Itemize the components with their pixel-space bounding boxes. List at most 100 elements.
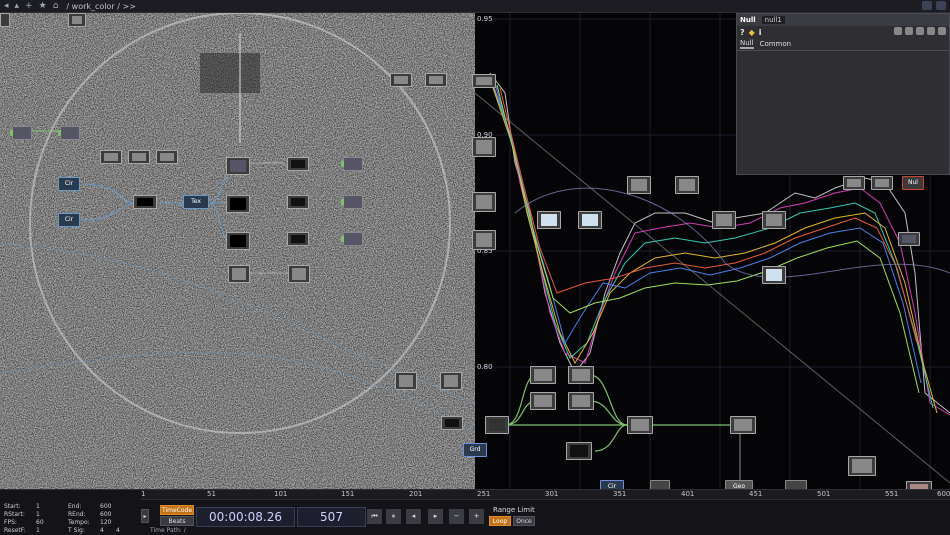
- top-node[interactable]: [288, 265, 310, 283]
- top-node[interactable]: [440, 372, 462, 390]
- time-ruler[interactable]: 1 51 101 151 201 251 301 351 401 451 501…: [141, 490, 950, 500]
- top-node[interactable]: [100, 150, 122, 164]
- beats-button[interactable]: Beats: [160, 516, 194, 526]
- fps-value[interactable]: 60: [36, 519, 44, 526]
- back-icon[interactable]: ◂: [4, 1, 9, 11]
- comment-icon[interactable]: [905, 27, 913, 35]
- resetf-value[interactable]: 1: [36, 527, 40, 534]
- rstart-value[interactable]: 1: [36, 511, 40, 518]
- top-node[interactable]: [287, 232, 309, 246]
- tsig-value[interactable]: 4: [116, 527, 120, 534]
- top-node[interactable]: [156, 150, 178, 164]
- top-node[interactable]: [128, 150, 150, 164]
- monitor-icon[interactable]: [922, 1, 932, 10]
- end-label: End:: [68, 503, 82, 510]
- top-node[interactable]: [530, 392, 556, 410]
- top-node[interactable]: [848, 456, 876, 476]
- add-icon[interactable]: +: [25, 1, 33, 11]
- home-icon[interactable]: ⌂: [53, 1, 59, 11]
- top-node[interactable]: [287, 195, 309, 209]
- step-forward-button[interactable]: +: [469, 509, 484, 524]
- rewind-button[interactable]: ⏮: [367, 509, 382, 524]
- top-node[interactable]: [843, 176, 865, 190]
- toggle-timeline-button[interactable]: ▸: [141, 509, 149, 523]
- top-node[interactable]: [898, 232, 920, 246]
- time-path: Time Path: /: [150, 527, 186, 534]
- node-small[interactable]: [341, 195, 363, 209]
- top-node[interactable]: [228, 265, 250, 283]
- ruler-tick: 301: [545, 490, 559, 498]
- once-button[interactable]: Once: [513, 516, 535, 526]
- end-value[interactable]: 600: [100, 503, 111, 510]
- circle-node[interactable]: Cir: [58, 177, 80, 191]
- top-node[interactable]: [133, 195, 157, 209]
- top-node[interactable]: [226, 195, 250, 213]
- play-forward-button[interactable]: ▸: [428, 509, 443, 524]
- top-node[interactable]: [472, 230, 496, 250]
- panel-op-type: Null: [740, 16, 756, 24]
- top-node[interactable]: [712, 211, 736, 229]
- rend-value[interactable]: 600: [100, 511, 111, 518]
- top-node[interactable]: [0, 13, 10, 27]
- text-node[interactable]: Tex: [183, 195, 209, 209]
- top-node[interactable]: [287, 157, 309, 171]
- top-node[interactable]: [568, 392, 594, 410]
- node-name-field[interactable]: null1: [761, 16, 785, 24]
- node-small[interactable]: [341, 157, 363, 171]
- top-node[interactable]: [730, 416, 756, 434]
- tab-common[interactable]: Common: [760, 40, 792, 48]
- top-node[interactable]: [68, 13, 86, 27]
- grid-node[interactable]: Grd: [463, 443, 487, 457]
- up-icon[interactable]: ▴: [15, 1, 20, 11]
- top-node[interactable]: [395, 372, 417, 390]
- top-node[interactable]: [226, 232, 250, 250]
- circle-node[interactable]: Cir: [58, 213, 80, 227]
- node-small[interactable]: [58, 126, 80, 140]
- top-node[interactable]: [425, 73, 447, 87]
- timecode-display[interactable]: 00:00:08.26: [196, 507, 295, 527]
- pause-button[interactable]: ⏸: [386, 509, 401, 524]
- python-icon[interactable]: ◆: [749, 28, 755, 37]
- y-axis-tick: 0.80: [477, 363, 493, 371]
- tab-null[interactable]: Null: [740, 39, 754, 49]
- top-node[interactable]: [566, 442, 592, 460]
- top-node[interactable]: [627, 176, 651, 194]
- loop-button[interactable]: Loop: [489, 516, 511, 526]
- tempo-value[interactable]: 120: [100, 519, 111, 526]
- top-node[interactable]: [871, 176, 893, 190]
- top-node[interactable]: [530, 366, 556, 384]
- step-back-button[interactable]: −: [449, 509, 464, 524]
- top-node[interactable]: [675, 176, 699, 194]
- lock-icon[interactable]: [927, 27, 935, 35]
- play-reverse-button[interactable]: ◂: [406, 509, 421, 524]
- node-small[interactable]: [10, 126, 32, 140]
- top-node[interactable]: [627, 416, 653, 434]
- bypass-icon[interactable]: [916, 27, 924, 35]
- info-icon[interactable]: i: [759, 28, 762, 37]
- edit-icon[interactable]: [894, 27, 902, 35]
- top-node[interactable]: [762, 266, 786, 284]
- network-path[interactable]: / work_color / >>: [66, 2, 135, 11]
- start-value[interactable]: 1: [36, 503, 40, 510]
- top-node[interactable]: [568, 366, 594, 384]
- top-node[interactable]: [472, 137, 496, 157]
- node-small[interactable]: [341, 232, 363, 246]
- star-icon[interactable]: ★: [39, 1, 47, 11]
- window-controls: [922, 1, 946, 10]
- top-node[interactable]: [537, 211, 561, 229]
- menu-icon[interactable]: [936, 1, 946, 10]
- tsig-value[interactable]: 4: [100, 527, 104, 534]
- top-node[interactable]: [472, 74, 496, 88]
- top-node[interactable]: [762, 211, 786, 229]
- top-node[interactable]: [390, 73, 412, 87]
- top-node[interactable]: [472, 192, 496, 212]
- timecode-button[interactable]: TimeCode: [160, 505, 194, 515]
- help-icon[interactable]: ?: [740, 28, 745, 37]
- frame-display[interactable]: 507: [297, 507, 366, 527]
- top-node[interactable]: [485, 416, 509, 434]
- top-node[interactable]: [441, 416, 463, 430]
- null-node[interactable]: Nul: [902, 176, 924, 190]
- top-node[interactable]: [578, 211, 602, 229]
- target-icon[interactable]: [938, 27, 946, 35]
- top-node[interactable]: [226, 157, 250, 175]
